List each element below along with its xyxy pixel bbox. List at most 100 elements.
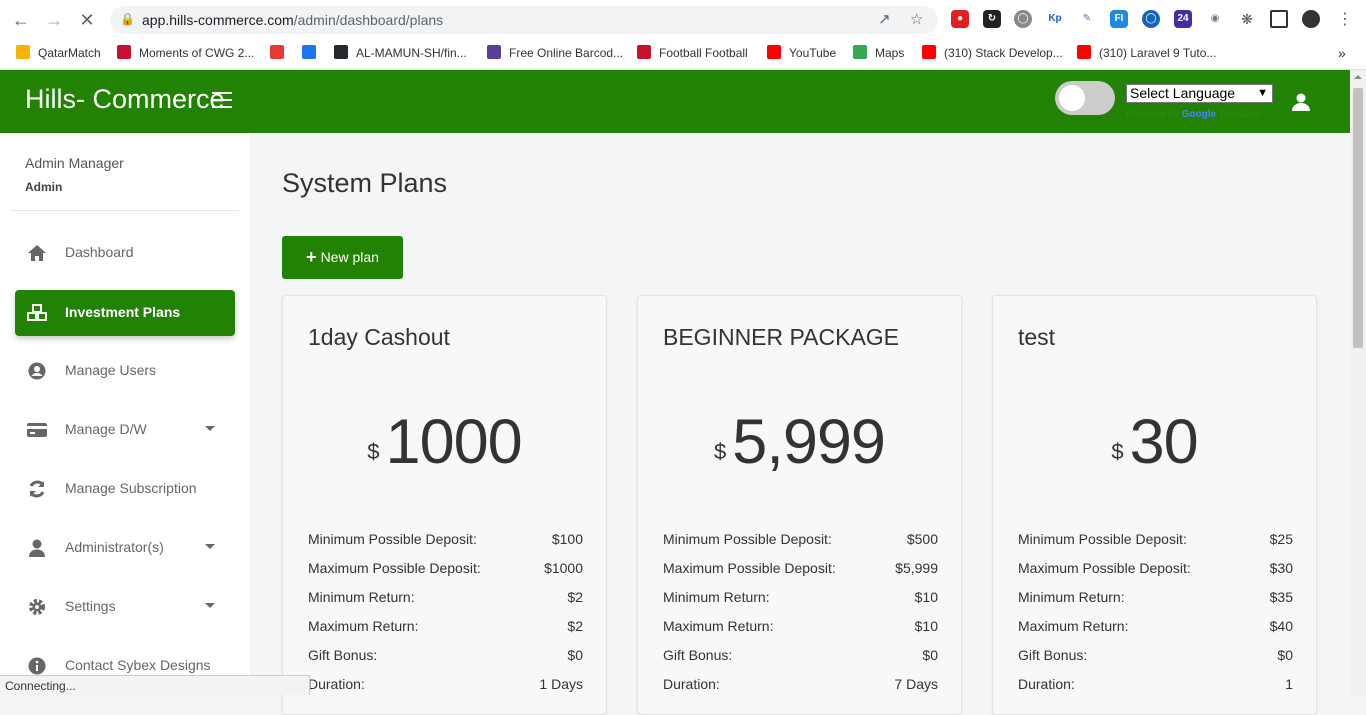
bookmark-label: (310) Stack Develop... [944, 46, 1063, 60]
theme-toggle[interactable] [1055, 81, 1115, 115]
bookmark-item[interactable] [302, 44, 324, 62]
user-circle-icon [27, 362, 47, 380]
plan-detail-row: Maximum Return: $10 [663, 618, 938, 638]
scrollbar-thumb[interactable] [1353, 88, 1363, 348]
app-header: Hills- Commerce Select Language ▼ Powered… [0, 70, 1350, 133]
plan-currency: $ [367, 439, 380, 464]
plan-price: $30 [993, 406, 1316, 478]
bookmark-item[interactable]: Football Football [637, 44, 748, 62]
sidebar-item-manage-d-w[interactable]: Manage D/W [15, 407, 235, 453]
chevron-down-icon [205, 544, 215, 549]
plus-icon: + [306, 247, 317, 267]
sidebar-item-label: Contact Sybex Designs [65, 657, 211, 673]
globe-extension-icon[interactable]: ◯ [1014, 10, 1032, 28]
profile-avatar[interactable] [1302, 10, 1320, 28]
sidebar-item-administrator-s[interactable]: Administrator(s) [15, 525, 235, 571]
plan-detail-value: $0 [1277, 647, 1293, 663]
chevron-down-icon [205, 603, 215, 608]
sidebar-item-investment-plans[interactable]: Investment Plans [15, 290, 235, 336]
browser-toolbar: ← → ✕ 🔒 app.hills-commerce.com/admin/das… [0, 0, 1366, 40]
more-menu-icon[interactable]: ⋮ [1334, 9, 1356, 31]
bookmark-label: Moments of CWG 2... [139, 46, 255, 60]
stop-loading-icon[interactable]: ✕ [76, 9, 98, 31]
scroll-up-arrow-icon[interactable] [1354, 75, 1362, 79]
bookmark-item[interactable]: Moments of CWG 2... [117, 44, 254, 62]
back-icon[interactable]: ← [10, 9, 32, 31]
bookmark-label: AL-MAMUN-SH/fin... [356, 46, 467, 60]
plan-detail-row: Maximum Possible Deposit: $1000 [308, 560, 583, 580]
sync-extension-icon[interactable]: ↻ [983, 10, 1001, 28]
plan-detail-label: Duration: [1018, 676, 1075, 692]
sidebar-item-label: Settings [65, 598, 116, 614]
plan-detail-value: $0 [567, 647, 583, 663]
cap-extension-icon[interactable]: 24 [1174, 10, 1192, 28]
toggle-knob [1059, 85, 1085, 111]
bookmark-star-icon[interactable]: ☆ [910, 10, 923, 28]
plan-detail-label: Minimum Possible Deposit: [663, 531, 832, 547]
bookmark-item[interactable]: YouTube [767, 44, 836, 62]
plan-currency: $ [1111, 439, 1124, 464]
camera-extension-icon[interactable]: ◉ [1206, 10, 1224, 28]
plan-detail-value: $5,999 [895, 560, 938, 576]
plan-detail-label: Minimum Possible Deposit: [308, 531, 477, 547]
plan-detail-label: Minimum Return: [308, 589, 415, 605]
bookmark-favicon-icon [487, 45, 501, 59]
bookmark-item[interactable]: Maps [853, 44, 904, 62]
plan-detail-label: Maximum Return: [308, 618, 419, 634]
adblock-extension-icon[interactable]: ● [951, 10, 969, 28]
home-icon [27, 244, 47, 262]
plan-detail-label: Duration: [308, 676, 365, 692]
puzzle-icon[interactable]: ❋ [1238, 10, 1256, 28]
plan-detail-value: $0 [922, 647, 938, 663]
bookmark-label: Football Football [659, 46, 748, 60]
brand-title[interactable]: Hills- Commerce [25, 84, 225, 115]
plan-detail-value: $30 [1269, 560, 1293, 576]
circle-extension-icon[interactable]: ◯ [1142, 10, 1160, 28]
page-scrollbar[interactable] [1350, 70, 1366, 695]
side-panel-icon[interactable] [1270, 10, 1288, 28]
plan-detail-value: $2 [567, 618, 583, 634]
plan-detail-row: Minimum Return: $35 [1018, 589, 1293, 609]
bookmark-item[interactable]: (310) Laravel 9 Tuto... [1077, 44, 1216, 62]
new-plan-button[interactable]: + New plan [282, 236, 403, 279]
fi-extension-icon[interactable]: FI [1110, 10, 1128, 28]
sidebar-item-label: Manage Subscription [65, 480, 197, 496]
bookmark-item[interactable]: QatarMatch [16, 44, 101, 62]
bookmark-favicon-icon [922, 45, 936, 59]
plan-detail-value: 1 Days [539, 676, 583, 692]
sidebar-item-settings[interactable]: Settings [15, 584, 235, 630]
sidebar-item-manage-subscription[interactable]: Manage Subscription [15, 466, 235, 512]
plan-detail-row: Maximum Possible Deposit: $30 [1018, 560, 1293, 580]
bookmark-favicon-icon [334, 45, 348, 59]
sidebar-item-dashboard[interactable]: Dashboard [15, 230, 235, 276]
plan-detail-row: Duration: 1 [1018, 676, 1293, 696]
plan-detail-label: Minimum Return: [663, 589, 770, 605]
address-bar[interactable]: 🔒 app.hills-commerce.com/admin/dashboard… [110, 6, 938, 34]
bookmark-item[interactable] [270, 44, 292, 62]
bookmark-item[interactable]: AL-MAMUN-SH/fin... [334, 44, 467, 62]
hamburger-menu-icon[interactable] [212, 92, 232, 110]
sidebar-item-label: Administrator(s) [65, 539, 164, 555]
bookmark-favicon-icon [16, 45, 30, 59]
url-text: app.hills-commerce.com/admin/dashboard/p… [142, 12, 444, 28]
plan-detail-value: $10 [914, 589, 938, 605]
language-select[interactable]: Select Language ▼ [1126, 84, 1273, 103]
plan-detail-row: Gift Bonus: $0 [663, 647, 938, 667]
forward-icon[interactable]: → [43, 9, 65, 31]
plan-detail-value: $100 [551, 531, 583, 547]
plan-detail-label: Minimum Return: [1018, 589, 1125, 605]
pen-extension-icon[interactable]: ✎ [1078, 10, 1096, 28]
credit-card-icon [27, 421, 47, 439]
bookmark-item[interactable]: (310) Stack Develop... [922, 44, 1063, 62]
share-icon[interactable]: ↗ [878, 10, 891, 28]
kp-extension-icon[interactable]: Kp [1046, 10, 1064, 28]
plan-detail-row: Minimum Possible Deposit: $500 [663, 531, 938, 551]
plan-detail-row: Minimum Return: $2 [308, 589, 583, 609]
user-icon[interactable] [1291, 92, 1311, 112]
chevron-down-icon: ▼ [1257, 87, 1268, 99]
plan-detail-label: Duration: [663, 676, 720, 692]
powered-by-google-translate: Powered by Google Translate [1126, 109, 1260, 120]
bookmark-item[interactable]: Free Online Barcod... [487, 44, 623, 62]
sidebar-item-manage-users[interactable]: Manage Users [15, 348, 235, 394]
more-bookmarks-icon[interactable]: » [1338, 44, 1346, 62]
